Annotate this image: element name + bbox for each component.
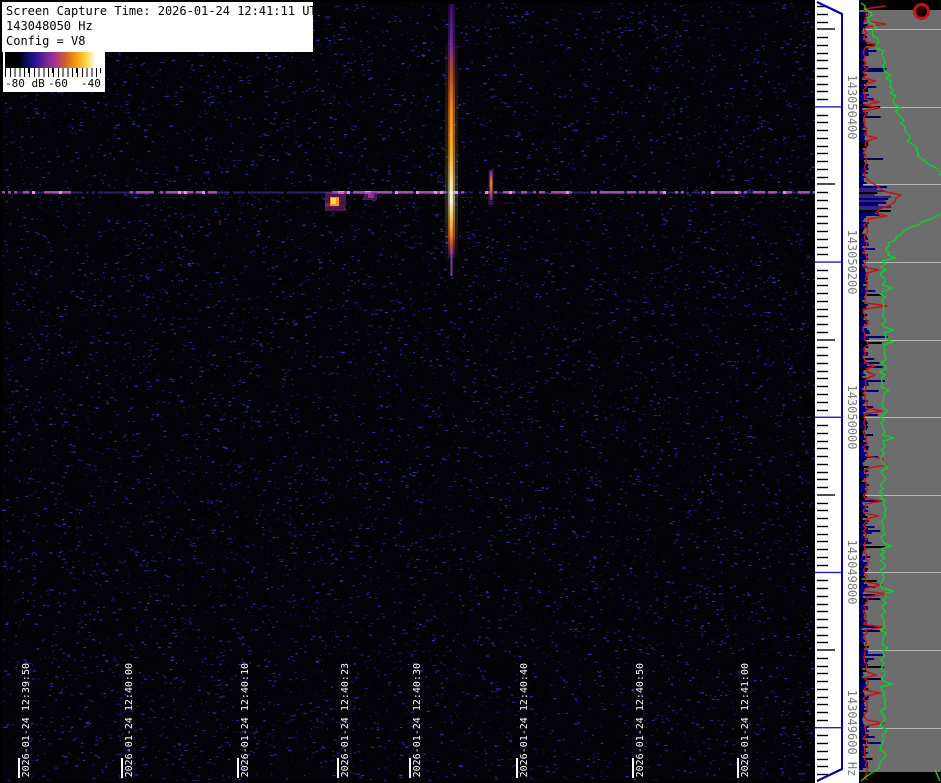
time-tick-mark <box>18 758 20 778</box>
db-label-min: -80 dB <box>5 77 45 90</box>
time-label: 2026-01-24 12:40:40 <box>519 663 530 777</box>
color-scale-labels: -80 dB -60 -40 <box>5 77 101 90</box>
db-label-mid: -60 <box>48 77 68 90</box>
record-indicator-icon <box>913 3 930 20</box>
db-label-max: -40 <box>81 77 101 90</box>
time-tick-mark <box>516 758 518 778</box>
time-tick-mark <box>632 758 634 778</box>
color-scale-legend: -80 dB -60 -40 <box>3 50 105 92</box>
time-label: 2026-01-24 12:40:30 <box>412 663 423 777</box>
capture-time-text: Screen Capture Time: 2026-01-24 12:41:11… <box>6 4 309 19</box>
spectrum-lab-window: Screen Capture Time: 2026-01-24 12:41:11… <box>0 0 941 783</box>
time-tick-mark <box>337 758 339 778</box>
time-label: 2026-01-24 12:39:50 <box>21 663 32 777</box>
color-gradient-bar <box>5 52 101 68</box>
frequency-label: 143050000 <box>845 384 859 449</box>
time-label: 2026-01-24 12:40:23 <box>340 663 351 777</box>
time-tick-mark <box>121 758 123 778</box>
time-label: 2026-01-24 12:41:00 <box>740 663 751 777</box>
time-tick-mark <box>409 758 411 778</box>
time-tick-mark <box>737 758 739 778</box>
spectrum-graph-display[interactable] <box>859 0 941 783</box>
time-label: 2026-01-24 12:40:50 <box>635 663 646 777</box>
frequency-label: 143049600 Hz <box>845 690 859 777</box>
time-label: 2026-01-24 12:40:00 <box>124 663 135 777</box>
time-tick-mark <box>237 758 239 778</box>
frequency-label: 143050200 <box>845 229 859 294</box>
frequency-label: 143049800 <box>845 539 859 604</box>
frequency-label: 143050400 <box>845 74 859 139</box>
capture-info-box: Screen Capture Time: 2026-01-24 12:41:11… <box>2 2 313 52</box>
time-label: 2026-01-24 12:40:10 <box>240 663 251 777</box>
config-text: Config = V8 <box>6 34 309 49</box>
color-scale-ticks <box>5 68 101 77</box>
center-frequency-text: 143048050 Hz <box>6 19 309 34</box>
